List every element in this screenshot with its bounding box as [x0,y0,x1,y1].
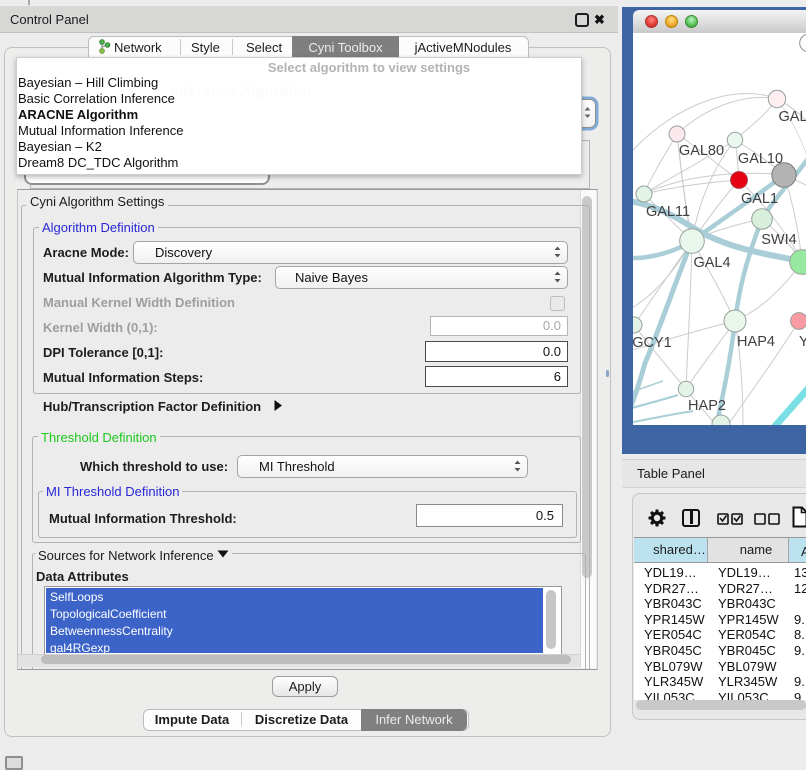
svg-text:HAP4: HAP4 [737,334,775,350]
svg-text:GAL80: GAL80 [679,143,724,159]
svg-text:GAL4: GAL4 [693,255,730,271]
svg-text:GAL1: GAL1 [741,191,778,207]
svg-text:HAP2: HAP2 [688,398,726,414]
svg-text:GAL7: GAL7 [779,109,806,125]
svg-text:GAL10: GAL10 [738,151,783,167]
svg-text:YJ: YJ [799,334,806,350]
svg-text:GCY1: GCY1 [633,335,672,351]
svg-text:SWI4: SWI4 [761,232,796,248]
svg-text:GAL11: GAL11 [646,204,690,220]
